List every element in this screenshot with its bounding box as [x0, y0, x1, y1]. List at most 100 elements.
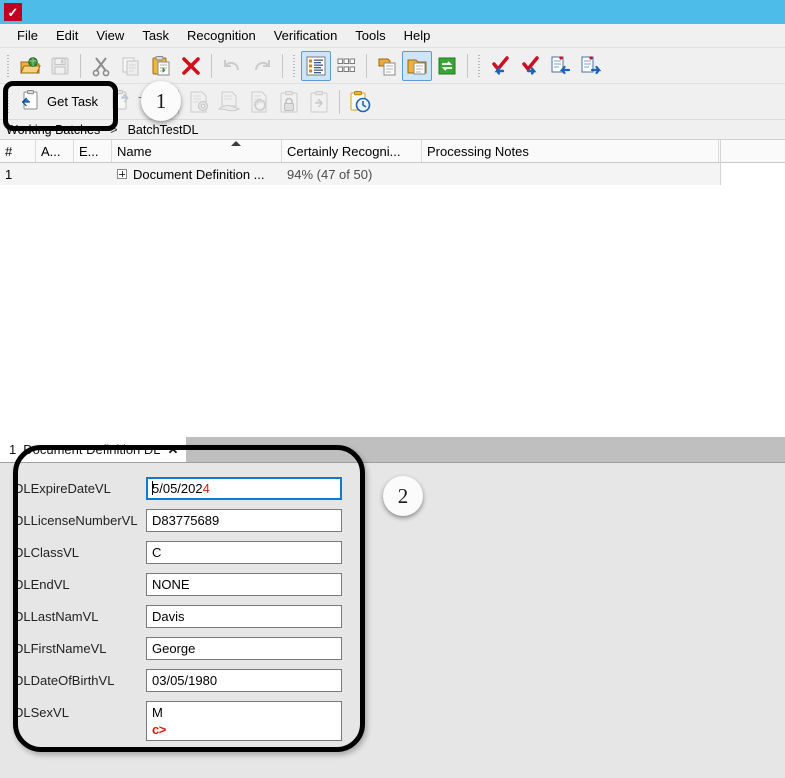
field-label-dllicensenumbervl: DLLicenseNumberVL: [14, 513, 138, 528]
paste-icon[interactable]: [146, 51, 176, 81]
annotation-marker-1: 1: [141, 81, 181, 121]
menu-item-help[interactable]: Help: [395, 25, 440, 46]
document-image-canvas[interactable]: [0, 185, 785, 427]
verify-forward-icon[interactable]: [516, 51, 546, 81]
column-header-certainly-recognized[interactable]: Certainly Recogni...: [282, 140, 422, 162]
field-input-dlendvl[interactable]: NONE: [146, 573, 342, 596]
cell-number: 1: [5, 166, 13, 182]
field-input-dllastnamvl[interactable]: Davis: [146, 605, 342, 628]
copy-icon[interactable]: [116, 51, 146, 81]
toolbar-separator: [338, 89, 340, 114]
column-header-processing-notes[interactable]: Processing Notes: [422, 140, 719, 162]
column-header-filler: [719, 140, 785, 162]
delete-icon[interactable]: [176, 51, 206, 81]
batch-grid: # A... E... Name Certainly Recogni... Pr…: [0, 140, 785, 185]
get-task-icon: [19, 89, 41, 114]
field-row-dlclassvl: DLClassVL C: [14, 541, 785, 573]
field-label-dlfirstnamevl: DLFirstNameVL: [14, 641, 107, 656]
field-value-dlsexvl: M: [152, 705, 163, 720]
field-row-dldateofbirthvl: DLDateOfBirthVL 03/05/1980: [14, 669, 785, 701]
field-label-dlclassvl: DLClassVL: [14, 545, 80, 560]
close-icon[interactable]: ✕: [168, 443, 179, 456]
sort-ascending-icon: [231, 141, 241, 146]
field-input-dldateofbirthvl[interactable]: 03/05/1980: [146, 669, 342, 692]
menubar: File Edit View Task Recognition Verifica…: [0, 24, 785, 48]
undo-icon[interactable]: [217, 51, 247, 81]
field-input-dllicensenumbervl[interactable]: D83775689: [146, 509, 342, 532]
toolbar-separator: [467, 53, 468, 78]
table-row[interactable]: 1 Document Definition ... 94% (47 of 50): [0, 163, 785, 185]
cell-name-label: Document Definition ...: [133, 166, 265, 182]
recognize-icon[interactable]: [244, 87, 274, 117]
field-input-dlsexvl[interactable]: M c>: [146, 701, 342, 741]
field-label-dlexpiredatevl: DLExpireDateVL: [14, 481, 111, 496]
column-header-a[interactable]: A...: [36, 140, 74, 162]
column-header-number[interactable]: #: [0, 140, 36, 162]
annotation-marker-2: 2: [383, 476, 423, 516]
document-tabstrip: 1 Document Definition DL ✕: [0, 436, 785, 463]
cell-e: [74, 163, 112, 185]
field-value-dllicensenumbervl: D83775689: [152, 513, 220, 528]
open-document-icon[interactable]: [402, 50, 432, 81]
process-settings-icon[interactable]: [184, 87, 214, 117]
field-value-dllastnamvl: Davis: [152, 609, 185, 624]
toolbar-grip[interactable]: [5, 88, 12, 115]
cut-icon[interactable]: [86, 51, 116, 81]
menu-item-task[interactable]: Task: [133, 25, 178, 46]
field-value-dldateofbirthvl: 03/05/1980: [152, 673, 218, 688]
field-label-dlendvl: DLEndVL: [14, 577, 70, 592]
field-value-dlexpiredatevl: 5/05/202: [152, 481, 203, 496]
toolbar-grip[interactable]: [5, 52, 12, 79]
column-header-name-label: Name: [117, 143, 152, 159]
page-forward-icon[interactable]: [576, 51, 606, 81]
field-label-dllastnamvl: DLLastNamVL: [14, 609, 99, 624]
verify-back-icon[interactable]: [486, 51, 516, 81]
field-value-alternate-dlsexvl: c>: [152, 722, 166, 737]
tab-document-definition-dl[interactable]: 1 Document Definition DL ✕: [0, 436, 187, 462]
field-value-dlclassvl: C: [152, 545, 162, 560]
field-row-dlendvl: DLEndVL NONE: [14, 573, 785, 605]
scan-icon[interactable]: [214, 87, 244, 117]
field-value-dlendvl: NONE: [152, 577, 190, 592]
menu-item-edit[interactable]: Edit: [47, 25, 87, 46]
tab-label: Document Definition DL: [23, 441, 161, 457]
release-task-icon[interactable]: [304, 87, 334, 117]
get-task-button[interactable]: Get Task: [15, 87, 106, 117]
task-history-icon[interactable]: [345, 87, 375, 117]
cell-filler: [719, 163, 785, 185]
breadcrumb-root[interactable]: Working Batches: [6, 123, 100, 137]
checkmark-icon: ✓: [4, 3, 22, 21]
save-icon[interactable]: [45, 51, 75, 81]
field-input-dlfirstnamevl[interactable]: George: [146, 637, 342, 660]
expand-row-icon[interactable]: [117, 169, 127, 179]
close-task-icon: [110, 89, 132, 114]
details-view-icon[interactable]: [301, 50, 331, 81]
field-value-uncertain-dlexpiredatevl: 4: [202, 481, 210, 496]
menu-item-verification[interactable]: Verification: [265, 25, 347, 46]
menu-item-view[interactable]: View: [87, 25, 133, 46]
toolbar-grip[interactable]: [476, 52, 483, 79]
menu-item-file[interactable]: File: [8, 25, 47, 46]
field-input-dlexpiredatevl[interactable]: 5/05/2024: [146, 477, 342, 500]
column-header-e[interactable]: E...: [74, 140, 112, 162]
open-icon[interactable]: [15, 51, 45, 81]
menu-item-tools[interactable]: Tools: [346, 25, 394, 46]
cell-certainly-recognized: 94% (47 of 50): [287, 166, 373, 182]
page-back-icon[interactable]: [546, 51, 576, 81]
task-toolbar: Get Task Task: [0, 84, 785, 120]
toolbar-grip[interactable]: [291, 52, 298, 79]
field-label-dlsexvl: DLSexVL: [14, 705, 69, 720]
refresh-icon[interactable]: [432, 51, 462, 81]
field-label-dldateofbirthvl: DLDateOfBirthVL: [14, 673, 115, 688]
field-input-dlclassvl[interactable]: C: [146, 541, 342, 564]
breadcrumb-current[interactable]: BatchTestDL: [128, 123, 199, 137]
lock-task-icon[interactable]: [274, 87, 304, 117]
cell-processing-notes: [422, 163, 719, 185]
column-header-name[interactable]: Name: [112, 140, 282, 162]
copy-pages-icon[interactable]: [372, 51, 402, 81]
main-toolbar: [0, 48, 785, 84]
thumbnails-view-icon[interactable]: [331, 51, 361, 81]
redo-icon[interactable]: [247, 51, 277, 81]
breadcrumb: Working Batches > BatchTestDL: [0, 120, 785, 140]
menu-item-recognition[interactable]: Recognition: [178, 25, 265, 46]
